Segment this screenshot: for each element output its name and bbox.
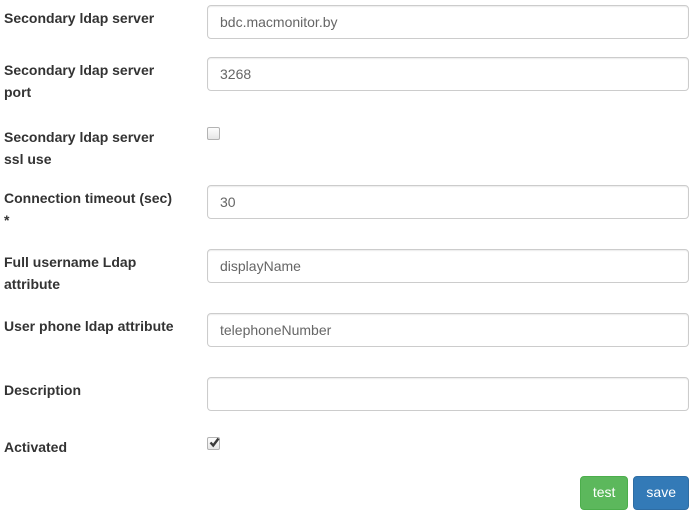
connection-timeout-input[interactable] — [207, 185, 689, 219]
form-row-secondary-ldap-server-port: Secondary ldap server port — [4, 57, 689, 124]
form-row-full-username-ldap-attribute: Full username Ldap attribute — [4, 249, 689, 313]
save-button[interactable]: save — [633, 476, 689, 510]
secondary-ldap-server-input[interactable] — [207, 5, 689, 39]
full-username-ldap-attribute-label: Full username Ldap attribute — [4, 249, 174, 295]
test-button[interactable]: test — [580, 476, 629, 510]
full-username-ldap-attribute-input[interactable] — [207, 249, 689, 283]
secondary-ldap-server-ssl-use-label: Secondary ldap server ssl use — [4, 124, 174, 170]
form-row-secondary-ldap-server-ssl-use: Secondary ldap server ssl use — [4, 124, 689, 185]
form-row-user-phone-ldap-attribute: User phone ldap attribute — [4, 313, 689, 377]
ldap-settings-form: Secondary ldap server Secondary ldap ser… — [0, 0, 694, 524]
connection-timeout-label: Connection timeout (sec) * — [4, 185, 174, 231]
secondary-ldap-server-port-label: Secondary ldap server port — [4, 57, 174, 103]
form-row-connection-timeout: Connection timeout (sec) * — [4, 185, 689, 249]
description-input[interactable] — [207, 377, 689, 411]
user-phone-ldap-attribute-input[interactable] — [207, 313, 689, 347]
description-label: Description — [4, 377, 174, 401]
form-row-secondary-ldap-server: Secondary ldap server — [4, 5, 689, 57]
activated-checkbox[interactable] — [207, 437, 220, 450]
user-phone-ldap-attribute-label: User phone ldap attribute — [4, 313, 174, 337]
secondary-ldap-server-port-input[interactable] — [207, 57, 689, 91]
activated-label: Activated — [4, 434, 174, 458]
secondary-ldap-server-ssl-use-checkbox[interactable] — [207, 127, 220, 140]
form-row-description: Description — [4, 377, 689, 434]
secondary-ldap-server-label: Secondary ldap server — [4, 5, 174, 29]
form-actions: test save — [4, 476, 689, 510]
form-row-activated: Activated — [4, 434, 689, 476]
checkmark-icon — [208, 436, 221, 449]
